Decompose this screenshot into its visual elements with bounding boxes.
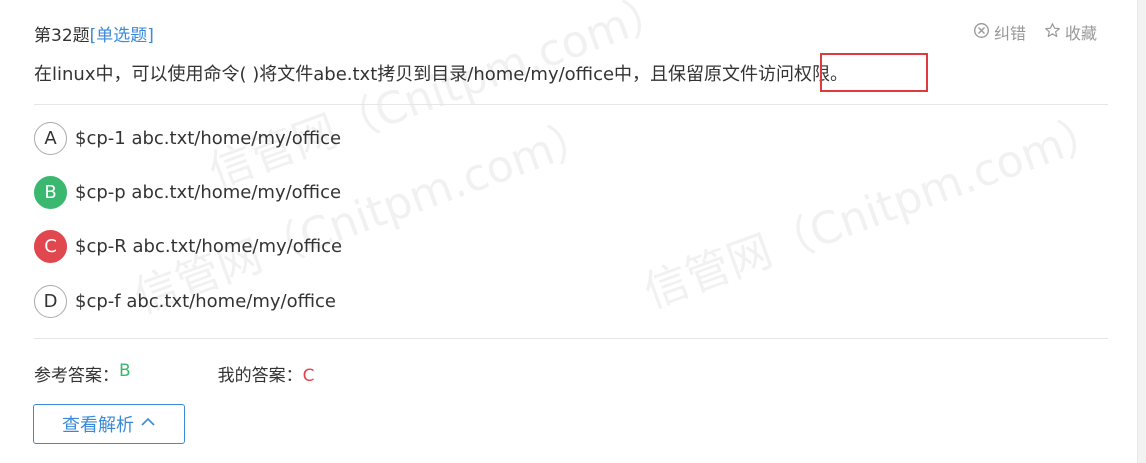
divider <box>34 338 1108 339</box>
highlight-box <box>820 53 928 92</box>
question-actions: 纠错 收藏 <box>973 20 1097 44</box>
star-icon <box>1044 22 1061 43</box>
question-card: 信管网（Cnitpm.com） 信管网（Cnitpm.com） 信管网（Cnit… <box>0 0 1138 463</box>
watermark: 信管网（Cnitpm.com） <box>637 104 1113 319</box>
reference-answer-value: B <box>119 361 131 381</box>
option-letter: C <box>34 229 67 263</box>
reference-answer-label: 参考答案： <box>34 366 119 386</box>
answer-summary: 参考答案： B 我的答案：C <box>34 361 315 386</box>
question-text: 在linux中，可以使用命令( )将文件abe.txt拷贝到目录/home/my… <box>34 64 849 85</box>
option-letter: D <box>34 284 67 318</box>
my-answer-label: 我的答案： <box>217 366 303 386</box>
option-letter: B <box>34 175 67 209</box>
my-answer-value: C <box>302 366 315 386</box>
favorite-label: 收藏 <box>1064 24 1097 43</box>
option-text: $cp-p abc.txt/home/my/office <box>75 181 342 203</box>
question-number: 第32题 <box>34 26 90 46</box>
option-c[interactable]: C $cp-R abc.txt/home/my/office <box>34 229 342 263</box>
option-text: $cp-R abc.txt/home/my/office <box>75 235 343 257</box>
question-header: 第32题[单选题] <box>34 21 154 46</box>
favorite-button[interactable]: 收藏 <box>1044 20 1097 44</box>
report-icon <box>973 22 990 43</box>
option-a[interactable]: A $cp-1 abc.txt/home/my/office <box>34 121 341 155</box>
chevron-up-icon <box>140 414 156 435</box>
report-label: 纠错 <box>993 24 1026 43</box>
option-text: $cp-1 abc.txt/home/my/office <box>75 127 342 149</box>
view-analysis-button[interactable]: 查看解析 <box>33 404 185 444</box>
watermark: 信管网（Cnitpm.com） <box>202 0 678 199</box>
option-d[interactable]: D $cp-f abc.txt/home/my/office <box>34 284 336 318</box>
report-error-button[interactable]: 纠错 <box>973 20 1026 44</box>
option-text: $cp-f abc.txt/home/my/office <box>75 290 336 312</box>
option-letter: A <box>34 121 67 155</box>
option-b[interactable]: B $cp-p abc.txt/home/my/office <box>34 175 341 209</box>
divider <box>34 104 1108 105</box>
view-analysis-label: 查看解析 <box>62 415 134 436</box>
question-type: [单选题] <box>89 26 154 46</box>
